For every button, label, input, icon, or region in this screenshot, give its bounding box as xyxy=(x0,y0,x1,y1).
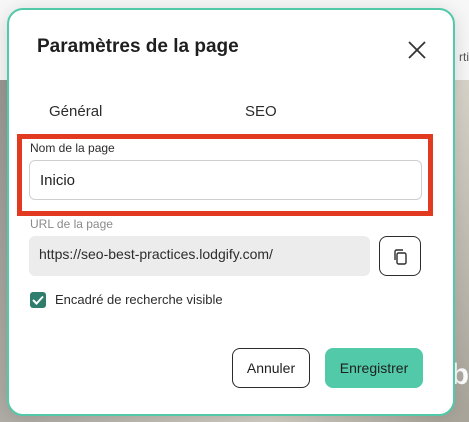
page-url-label: URL de la page xyxy=(30,217,113,231)
search-box-visible-checkbox[interactable] xyxy=(30,292,46,308)
copy-icon xyxy=(394,249,407,265)
dialog-title: Paramètres de la page xyxy=(37,36,239,57)
cancel-button[interactable]: Annuler xyxy=(232,348,310,388)
background-text: rti xyxy=(459,50,469,64)
search-box-visible-label: Encadré de recherche visible xyxy=(55,292,223,307)
copy-url-button[interactable] xyxy=(379,236,421,276)
checkmark-icon xyxy=(32,295,44,305)
tab-seo-label: SEO xyxy=(245,103,277,120)
close-icon xyxy=(408,41,426,59)
save-button[interactable]: Enregistrer xyxy=(325,348,423,388)
tab-general[interactable]: Général xyxy=(37,100,235,136)
page-name-label: Nom de la page xyxy=(30,141,115,155)
tab-seo[interactable]: SEO xyxy=(245,100,277,136)
close-button[interactable] xyxy=(406,39,428,61)
tab-general-label: Général xyxy=(49,103,103,120)
settings-tabs: Général SEO xyxy=(37,100,433,136)
page-name-input[interactable] xyxy=(29,160,422,200)
page-url-field: https://seo-best-practices.lodgify.com/ xyxy=(29,236,370,276)
